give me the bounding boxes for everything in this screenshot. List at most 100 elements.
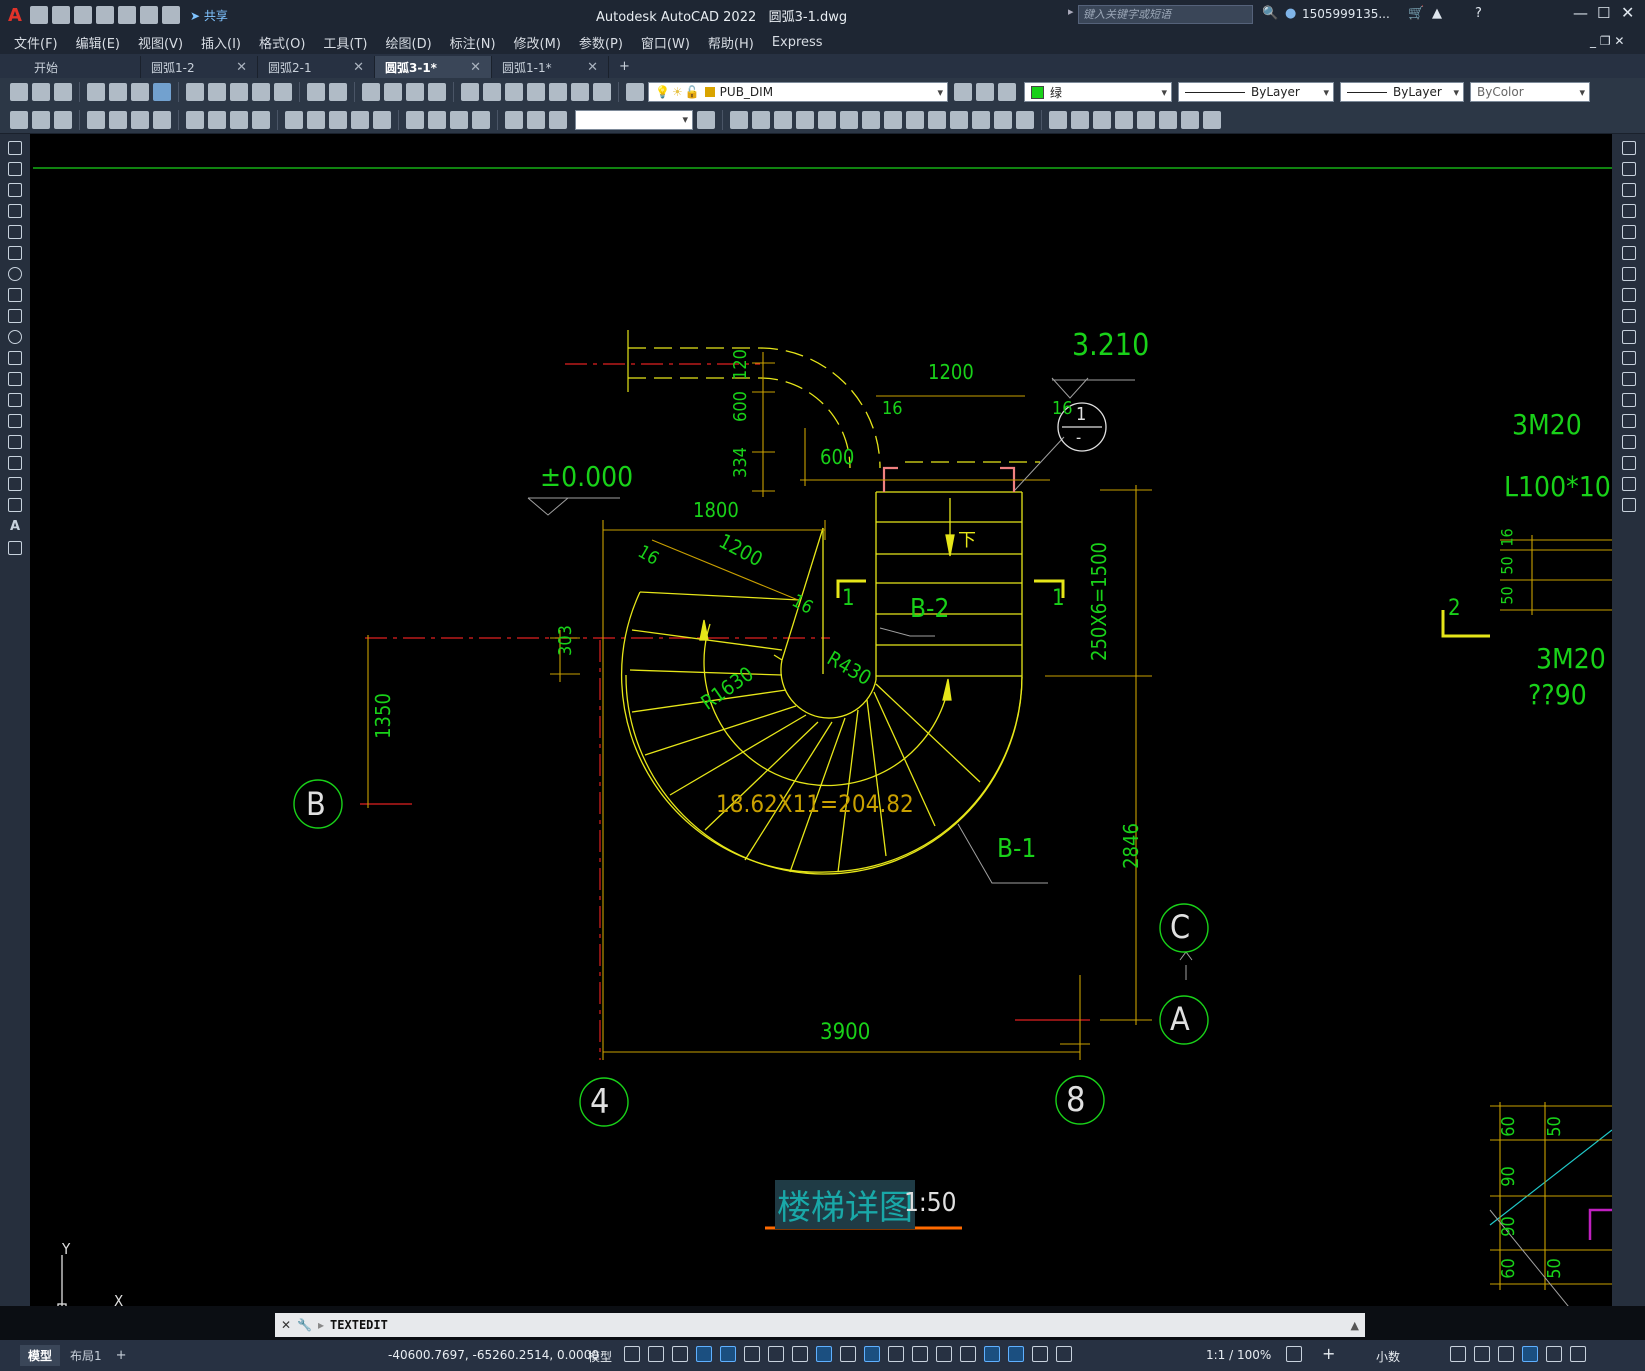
new-file-icon[interactable] bbox=[29, 6, 48, 24]
sheet-set-icon[interactable] bbox=[527, 83, 545, 101]
selection-filter-icon[interactable] bbox=[960, 1346, 976, 1362]
break-at-point-icon[interactable] bbox=[1621, 372, 1636, 386]
dim-text-edit-icon[interactable] bbox=[527, 110, 545, 129]
layer-state-icon[interactable] bbox=[998, 83, 1016, 101]
plot-icon[interactable] bbox=[87, 83, 105, 101]
ellipse-arc-icon[interactable] bbox=[8, 351, 22, 365]
ucs-previous-icon[interactable] bbox=[54, 110, 72, 129]
save-icon[interactable] bbox=[73, 6, 92, 24]
cart-icon[interactable]: 🛒 bbox=[1408, 6, 1424, 21]
pan-icon[interactable] bbox=[362, 83, 380, 101]
join-icon[interactable] bbox=[1621, 414, 1636, 428]
trim-icon[interactable] bbox=[1621, 330, 1636, 344]
insert-block-icon[interactable] bbox=[8, 372, 22, 386]
construction-line-icon[interactable] bbox=[8, 162, 22, 176]
copy-icon[interactable] bbox=[208, 83, 226, 101]
tab-start[interactable]: 开始 bbox=[24, 56, 141, 78]
zoom-realtime-icon[interactable] bbox=[384, 83, 402, 101]
menu-draw[interactable]: 绘图(D) bbox=[386, 33, 432, 52]
dim-edit-icon[interactable] bbox=[505, 110, 523, 129]
new-icon[interactable] bbox=[10, 83, 28, 101]
tab-arc-1-1[interactable]: 圆弧1-1* ✕ bbox=[492, 56, 609, 78]
gradient-icon[interactable] bbox=[8, 456, 22, 470]
save-as-icon[interactable] bbox=[95, 6, 114, 24]
redo-icon[interactable] bbox=[161, 6, 180, 24]
sphere-icon[interactable] bbox=[752, 110, 770, 129]
layer-properties-icon[interactable] bbox=[626, 83, 644, 101]
mirror-icon[interactable] bbox=[1621, 183, 1636, 197]
annotation-scale[interactable]: 1:1 / 100% bbox=[1206, 1348, 1271, 1362]
markup-icon[interactable] bbox=[549, 83, 567, 101]
scale-icon[interactable] bbox=[1621, 288, 1636, 302]
close-icon[interactable]: ✕ bbox=[353, 60, 364, 75]
auto-scale-icon[interactable] bbox=[1032, 1346, 1048, 1362]
slice-icon[interactable] bbox=[906, 110, 924, 129]
dim-space-icon[interactable] bbox=[351, 110, 369, 129]
isolate-objects-icon[interactable] bbox=[1498, 1346, 1514, 1362]
zoom-window-icon[interactable] bbox=[406, 83, 424, 101]
chevron-up-icon[interactable]: ▲ bbox=[1351, 1319, 1359, 1332]
match-prop-icon[interactable] bbox=[252, 83, 270, 101]
dim-diameter-icon[interactable] bbox=[230, 110, 248, 129]
move-icon[interactable] bbox=[1621, 246, 1636, 260]
inspection-icon[interactable] bbox=[450, 110, 468, 129]
setup-drawing-icon[interactable] bbox=[972, 110, 990, 129]
separate-icon[interactable] bbox=[1203, 110, 1221, 129]
grid-icon[interactable] bbox=[624, 1346, 640, 1362]
user-name[interactable]: 1505999135... bbox=[1302, 7, 1390, 21]
dynamic-input-icon[interactable] bbox=[696, 1346, 712, 1362]
union-icon[interactable] bbox=[1049, 110, 1067, 129]
open-icon[interactable] bbox=[32, 83, 50, 101]
tolerance-icon[interactable] bbox=[406, 110, 424, 129]
dim-aligned-icon[interactable] bbox=[109, 110, 127, 129]
print-icon[interactable] bbox=[117, 6, 136, 24]
quick-dim-icon[interactable] bbox=[285, 110, 303, 129]
offset-icon[interactable] bbox=[1621, 204, 1636, 218]
menu-dimension[interactable]: 标注(N) bbox=[450, 33, 496, 52]
add-layout-button[interactable]: + bbox=[116, 1348, 127, 1363]
tool-palettes-icon[interactable] bbox=[505, 83, 523, 101]
break-icon[interactable] bbox=[1621, 393, 1636, 407]
circle-icon[interactable] bbox=[8, 267, 22, 281]
point-icon[interactable] bbox=[8, 414, 22, 428]
clean-screen-icon[interactable] bbox=[1546, 1346, 1562, 1362]
object-snap-tracking-icon[interactable] bbox=[792, 1346, 808, 1362]
layer-dropdown[interactable]: 💡 ☀ 🔓 PUB_DIM bbox=[648, 82, 948, 102]
wrench-icon[interactable]: 🔧 bbox=[297, 1318, 312, 1332]
lineweight-dropdown[interactable]: ByLayer bbox=[1340, 82, 1464, 102]
setup-profile-icon[interactable] bbox=[1016, 110, 1034, 129]
move-faces-icon[interactable] bbox=[1137, 110, 1155, 129]
a360-icon[interactable]: ▲ bbox=[1432, 6, 1442, 21]
block-editor-icon[interactable] bbox=[274, 83, 292, 101]
doc-window-controls[interactable]: _ ❐ ✕ bbox=[1590, 34, 1624, 48]
gear-icon[interactable] bbox=[1286, 1346, 1302, 1362]
region-icon[interactable] bbox=[8, 477, 22, 491]
polyline-icon[interactable] bbox=[8, 183, 22, 197]
gizmo-icon[interactable] bbox=[984, 1346, 1000, 1362]
save-icon[interactable] bbox=[54, 83, 72, 101]
wedge-icon[interactable] bbox=[818, 110, 836, 129]
close-icon[interactable]: ✕ bbox=[236, 60, 247, 75]
preview-icon[interactable] bbox=[109, 83, 127, 101]
units-dropdown[interactable]: 小数 bbox=[1376, 1348, 1400, 1365]
ortho-icon[interactable] bbox=[720, 1346, 736, 1362]
hatch-icon[interactable] bbox=[8, 435, 22, 449]
extrude-faces-icon[interactable] bbox=[1115, 110, 1133, 129]
copy-object-icon[interactable] bbox=[1621, 162, 1636, 176]
blend-icon[interactable] bbox=[1621, 477, 1636, 491]
line-icon[interactable] bbox=[8, 141, 22, 155]
snap-icon[interactable] bbox=[648, 1346, 664, 1362]
imprint-icon[interactable] bbox=[1181, 110, 1199, 129]
menu-format[interactable]: 格式(O) bbox=[259, 33, 305, 52]
tab-arc-2-1[interactable]: 圆弧2-1 ✕ bbox=[258, 56, 375, 78]
dim-update-icon[interactable] bbox=[549, 110, 567, 129]
search-icon[interactable]: 🔍 bbox=[1262, 6, 1278, 21]
hardware-accel-icon[interactable] bbox=[1522, 1346, 1538, 1362]
zoom-previous-icon[interactable] bbox=[428, 83, 446, 101]
array-icon[interactable] bbox=[1621, 225, 1636, 239]
calculator-icon[interactable] bbox=[571, 83, 589, 101]
lightbulb-icon[interactable]: 💡 bbox=[655, 85, 670, 99]
plus-icon[interactable]: + bbox=[1322, 1344, 1335, 1363]
design-center-icon[interactable] bbox=[483, 83, 501, 101]
drawing-canvas[interactable]: 3.210 ±0.000 1200 120 600 334 600 16 16 … bbox=[30, 134, 1612, 1310]
